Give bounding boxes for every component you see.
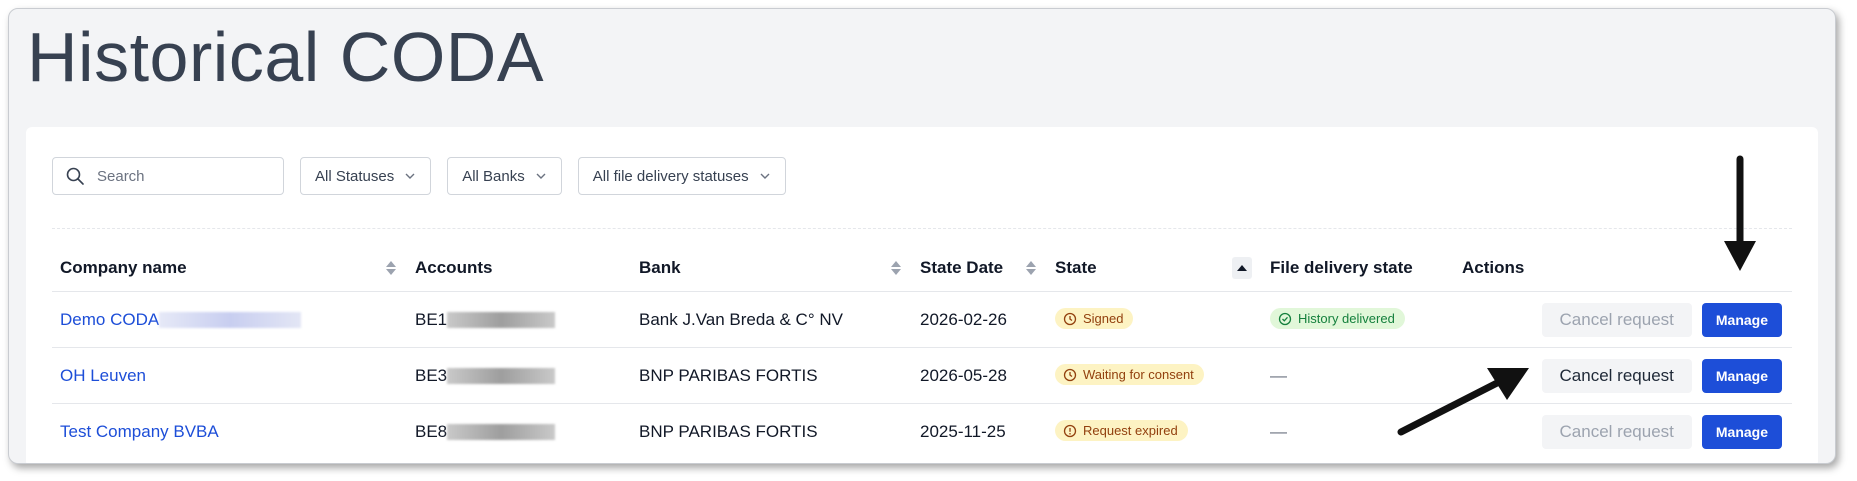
state-badge: Signed <box>1055 308 1134 330</box>
manage-button[interactable]: Manage <box>1701 358 1782 393</box>
annotation-arrow <box>1397 368 1529 436</box>
state-badge: Request expired <box>1055 420 1188 442</box>
content-card: All Statuses All Banks All file delivery… <box>26 127 1818 463</box>
cancel-request-button[interactable]: Cancel request <box>1541 414 1692 449</box>
company-link[interactable]: Demo CODA <box>60 310 159 329</box>
manage-button[interactable]: Manage <box>1701 414 1782 449</box>
account-number: BE3 <box>415 365 448 385</box>
chevron-down-icon <box>760 173 770 179</box>
table-row: Demo CODA BE1 Bank J.Van Breda & C° NV 2… <box>52 291 1792 348</box>
clock-icon <box>1063 312 1077 325</box>
account-number: BE8 <box>415 421 448 441</box>
bank-name: BNP PARIBAS FORTIS <box>639 365 818 385</box>
column-header-company[interactable]: Company name <box>52 245 407 292</box>
bank-filter[interactable]: All Banks <box>447 157 562 195</box>
column-header-state-date[interactable]: State Date <box>912 245 1047 292</box>
bank-name: Bank J.Van Breda & C° NV <box>639 309 843 329</box>
file-delivery-badge: History delivered <box>1270 308 1405 330</box>
chevron-down-icon <box>405 173 415 179</box>
redacted-text <box>159 312 302 329</box>
manage-button[interactable]: Manage <box>1701 302 1782 337</box>
status-filter[interactable]: All Statuses <box>300 157 432 195</box>
redacted-text <box>447 368 556 385</box>
search-input[interactable] <box>95 166 269 186</box>
column-header-bank[interactable]: Bank <box>631 245 912 292</box>
bank-name: BNP PARIBAS FORTIS <box>639 421 818 441</box>
cancel-request-button[interactable]: Cancel request <box>1541 358 1692 393</box>
company-link[interactable]: OH Leuven <box>60 366 146 385</box>
state-date: 2026-02-26 <box>920 309 1007 329</box>
filter-bar: All Statuses All Banks All file delivery… <box>52 157 786 195</box>
column-header-state[interactable]: State <box>1047 245 1262 292</box>
annotation-arrow <box>1724 155 1756 271</box>
search-box[interactable] <box>52 157 284 195</box>
divider <box>52 228 1792 229</box>
sort-icon[interactable] <box>1025 259 1037 277</box>
page-title: Historical CODA <box>27 18 545 96</box>
delivery-filter[interactable]: All file delivery statuses <box>577 157 786 195</box>
bank-filter-label: All Banks <box>462 167 525 185</box>
state-badge: Waiting for consent <box>1055 364 1204 386</box>
sort-icon[interactable] <box>385 259 397 277</box>
sort-ascending-icon[interactable] <box>1232 257 1252 279</box>
account-number: BE1 <box>415 309 448 329</box>
chevron-down-icon <box>536 173 546 179</box>
state-date: 2026-05-28 <box>920 365 1007 385</box>
clock-icon <box>1063 368 1077 381</box>
delivery-filter-label: All file delivery statuses <box>592 167 749 185</box>
search-icon <box>66 167 84 185</box>
table-header-row: Company name Accounts Bank State Date St… <box>52 245 1792 292</box>
sort-icon[interactable] <box>890 259 902 277</box>
redacted-text <box>447 424 556 441</box>
app-window: Historical CODA All Statuses All Banks A… <box>8 8 1836 464</box>
redacted-text <box>447 312 556 329</box>
alert-circle-icon <box>1063 424 1077 437</box>
state-date: 2025-11-25 <box>920 421 1006 441</box>
company-link[interactable]: Test Company BVBA <box>60 422 219 441</box>
column-header-file-delivery: File delivery state <box>1270 258 1413 277</box>
cancel-request-button[interactable]: Cancel request <box>1541 302 1692 337</box>
status-filter-label: All Statuses <box>315 167 395 185</box>
column-header-accounts: Accounts <box>415 258 493 277</box>
check-circle-icon <box>1278 312 1292 325</box>
